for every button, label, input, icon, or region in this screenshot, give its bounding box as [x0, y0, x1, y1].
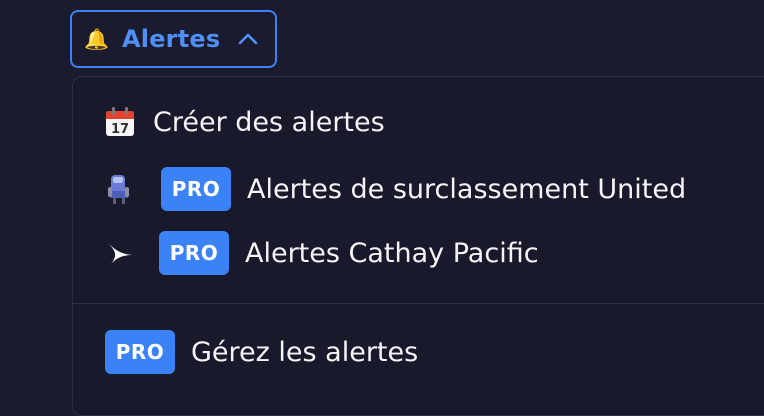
menu-item-label: Alertes de surclassement United [247, 173, 687, 205]
menu-item-cathay-alerts[interactable]: PRO Alertes Cathay Pacific [103, 231, 539, 275]
menu-item-label: Créer des alertes [153, 106, 385, 138]
alerts-dropdown-button[interactable]: 🔔 Alertes [70, 10, 277, 68]
menu-item-label: Alertes Cathay Pacific [245, 237, 539, 269]
pro-badge: PRO [161, 167, 231, 211]
pro-badge: PRO [105, 330, 175, 374]
menu-item-label: Gérez les alertes [191, 336, 419, 368]
menu-item-create-alerts[interactable]: 17 Créer des alertes [103, 105, 385, 139]
menu-item-manage-alerts[interactable]: PRO Gérez les alertes [105, 330, 418, 374]
bell-icon: 🔔 [84, 27, 109, 51]
menu-divider [73, 303, 764, 304]
menu-item-united-upgrade-alerts[interactable]: PRO Alertes de surclassement United [103, 167, 686, 211]
alerts-dropdown-menu: 17 Créer des alertes PRO Alertes de surc… [72, 76, 764, 416]
airline-seat-icon [103, 172, 137, 206]
pro-badge: PRO [159, 231, 229, 275]
cathay-logo-icon [103, 236, 137, 270]
chevron-up-icon [238, 32, 258, 46]
svg-text:17: 17 [111, 122, 129, 137]
calendar-icon: 17 [103, 105, 137, 139]
alerts-button-label: Alertes [122, 25, 221, 53]
